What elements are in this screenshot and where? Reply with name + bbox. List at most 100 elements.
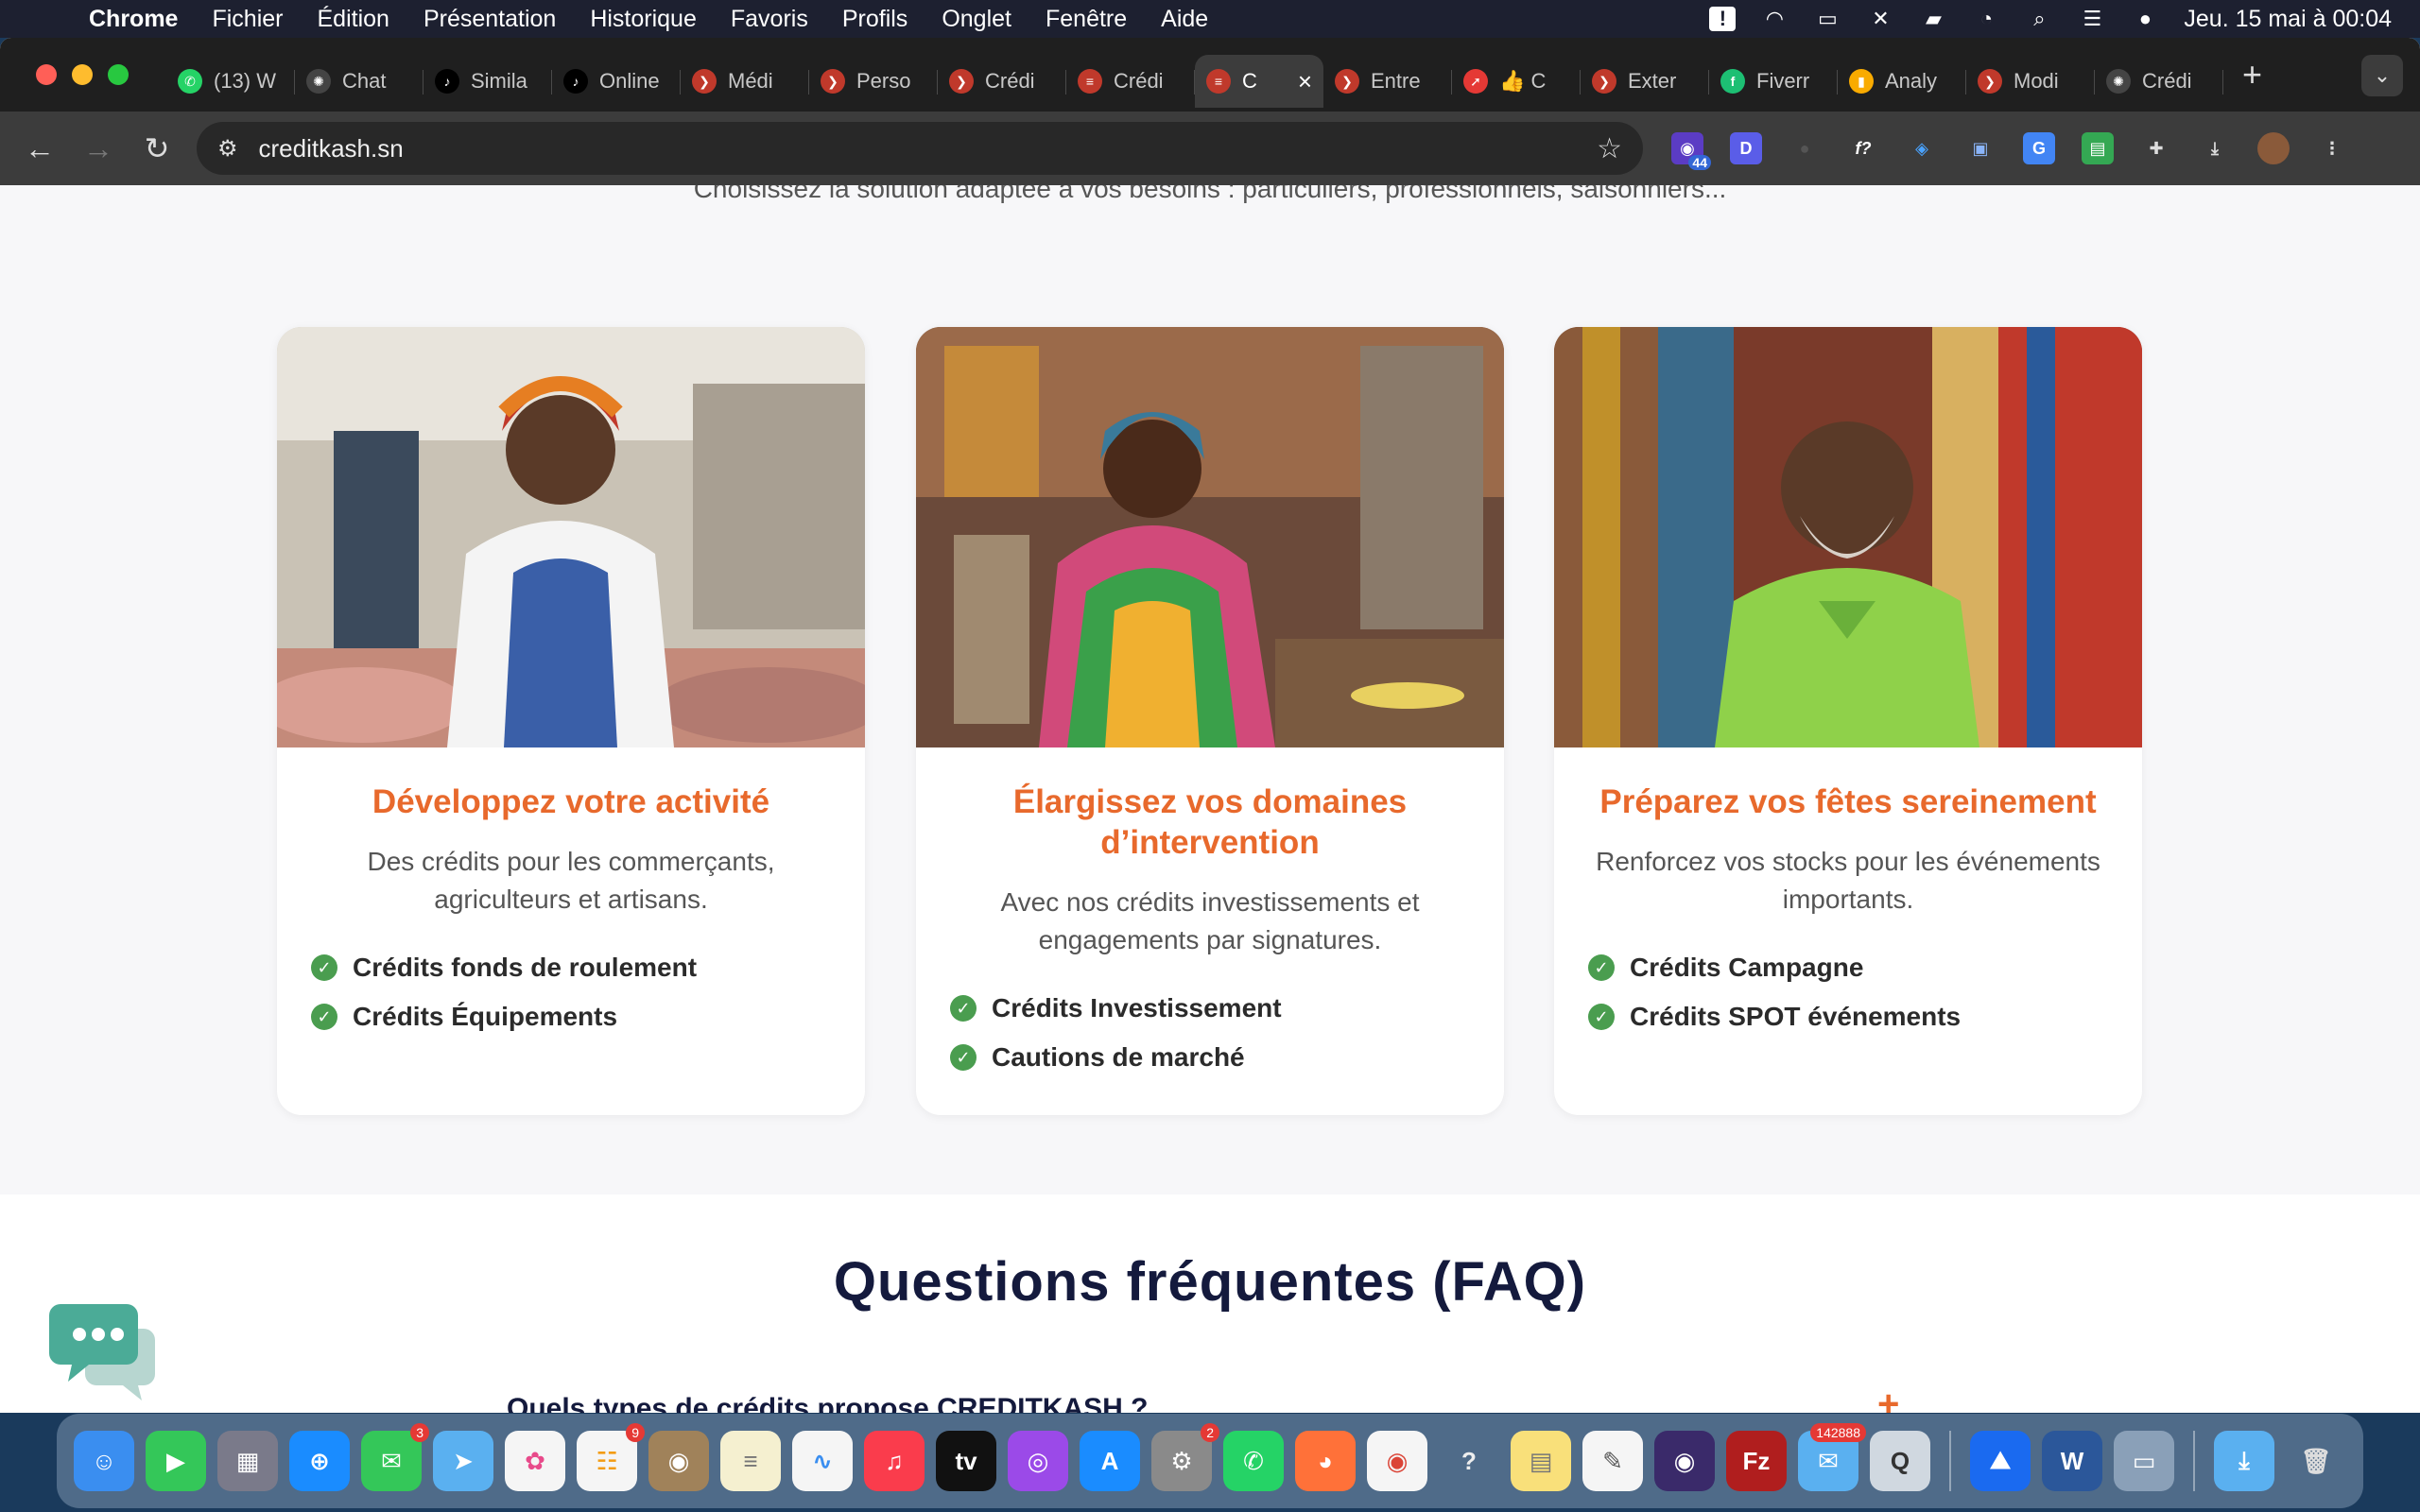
facetime-icon[interactable]: ▶ — [146, 1431, 206, 1491]
control-center-icon[interactable]: ☰ — [2078, 7, 2106, 30]
reminders-icon[interactable]: ☷ 9 — [577, 1423, 645, 1491]
menu-fenetre[interactable]: Fenêtre — [1046, 6, 1127, 33]
extension-dark-icon[interactable]: ● — [1789, 132, 1821, 164]
browser-tab[interactable]: ❯ Modi — [1966, 55, 2095, 108]
system-settings-icon[interactable]: ⚙ 2 — [1151, 1423, 1219, 1491]
google-translate-icon[interactable]: G — [2023, 132, 2055, 164]
extension-green-icon[interactable]: ▤ — [2082, 132, 2114, 164]
browser-tab[interactable]: ❯ Crédi — [938, 55, 1066, 108]
browser-tab[interactable]: f Fiverr — [1709, 55, 1838, 108]
word-icon[interactable]: W — [2042, 1431, 2102, 1491]
apple-tv-icon[interactable]: tv — [936, 1431, 996, 1491]
menu-edition[interactable]: Édition — [317, 6, 389, 33]
vpn-status-icon[interactable]: ◠ — [1760, 7, 1789, 30]
trash-icon[interactable]: 🗑 — [2286, 1431, 2346, 1491]
freeform-icon[interactable]: ∿ — [792, 1431, 853, 1491]
notification-status-icon[interactable]: ! — [1709, 7, 1737, 31]
extension-d-icon[interactable]: D — [1730, 132, 1762, 164]
extension-purple-icon[interactable]: ◉ 44 — [1671, 132, 1711, 170]
browser-tab[interactable]: ▮ Analy — [1838, 55, 1966, 108]
bluetooth-off-icon[interactable]: ✕ — [1866, 7, 1894, 30]
zoom-window-button[interactable] — [108, 64, 129, 85]
quicktime-icon[interactable]: Q — [1870, 1431, 1930, 1491]
maps-icon[interactable]: ➤ — [433, 1431, 493, 1491]
nordvpn-icon[interactable]: ⛰ — [1970, 1431, 2031, 1491]
faq-expand-icon[interactable]: + — [1877, 1383, 1899, 1413]
display-status-icon[interactable]: ▭ — [1813, 7, 1841, 30]
menu-app-name[interactable]: Chrome — [89, 6, 178, 33]
forward-button[interactable]: → — [79, 131, 117, 166]
photos-icon[interactable]: ✿ — [505, 1431, 565, 1491]
close-tab-icon[interactable]: × — [1298, 67, 1312, 96]
filezilla-icon[interactable]: Fz — [1726, 1431, 1787, 1491]
safari-icon[interactable]: ⊕ — [289, 1431, 350, 1491]
browser-tab[interactable]: ≡ Crédi — [1066, 55, 1195, 108]
media-app-icon[interactable]: ◉ — [1654, 1431, 1715, 1491]
contacts-icon[interactable]: ◉ — [648, 1431, 709, 1491]
extensions-puzzle-icon[interactable]: ✚ — [2140, 132, 2172, 164]
menu-profils[interactable]: Profils — [842, 6, 908, 33]
extension-blue-icon[interactable]: ◈ — [1906, 132, 1938, 164]
site-settings-icon[interactable]: ⚙ — [217, 135, 238, 163]
downloads-folder-icon[interactable]: ⤓ — [2214, 1431, 2274, 1491]
tab-label: Simila — [471, 69, 527, 93]
preview-icon[interactable]: ▭ — [2114, 1431, 2174, 1491]
chat-widget-button[interactable] — [47, 1291, 161, 1404]
siri-icon[interactable]: ● — [2131, 7, 2159, 30]
close-window-button[interactable] — [36, 64, 57, 85]
menu-presentation[interactable]: Présentation — [424, 6, 556, 33]
finder-icon[interactable]: ☺ — [74, 1431, 134, 1491]
browser-tab[interactable]: ✺ Chat — [295, 55, 424, 108]
browser-tab[interactable]: ➚ 👍 C — [1452, 55, 1581, 108]
bookmark-star-icon[interactable]: ☆ — [1597, 132, 1622, 165]
extension-docs-icon[interactable]: ▣ — [1964, 132, 1996, 164]
browser-tab[interactable]: ✺ Crédi — [2095, 55, 2223, 108]
launchpad-icon[interactable]: ▦ — [217, 1431, 278, 1491]
whatsapp-icon[interactable]: ✆ — [1223, 1431, 1284, 1491]
minimize-window-button[interactable] — [72, 64, 93, 85]
browser-tab[interactable]: ❯ Exter — [1581, 55, 1709, 108]
download-icon[interactable]: ⤓ — [2199, 132, 2231, 164]
mail-icon[interactable]: ✉ 142888 — [1798, 1423, 1866, 1491]
chrome-menu-icon[interactable]: ⋮ — [2316, 132, 2348, 164]
tab-favicon-icon: ≡ — [1206, 69, 1231, 94]
browser-tab[interactable]: ≡ C × — [1195, 55, 1323, 108]
faq-question[interactable]: Quels types de crédits propose CREDITKAS… — [507, 1393, 1148, 1413]
textedit-icon[interactable]: ✎ — [1582, 1431, 1643, 1491]
extension-font-icon[interactable]: f? — [1847, 132, 1879, 164]
browser-tab[interactable]: ❯ Entre — [1323, 55, 1452, 108]
tab-favicon-icon: ❯ — [949, 69, 974, 94]
browser-tab[interactable]: ❯ Perso — [809, 55, 938, 108]
music-icon[interactable]: ♫ — [864, 1431, 925, 1491]
menu-aide[interactable]: Aide — [1161, 6, 1208, 33]
menu-bar-clock[interactable]: Jeu. 15 mai à 00:04 — [2184, 6, 2392, 33]
profile-avatar[interactable] — [2257, 132, 2290, 164]
battery-icon[interactable]: ▰ — [1919, 7, 1947, 30]
spotlight-search-icon[interactable]: ⌕ — [2025, 7, 2053, 30]
new-tab-button[interactable]: + — [2242, 55, 2262, 94]
photo-fabric-merchant-illustration — [1554, 327, 2142, 747]
back-button[interactable]: ← — [21, 131, 59, 166]
help-icon[interactable]: ? — [1439, 1431, 1499, 1491]
url-text[interactable]: creditkash.sn — [259, 134, 404, 163]
menu-onglet[interactable]: Onglet — [942, 6, 1011, 33]
menu-historique[interactable]: Historique — [590, 6, 697, 33]
browser-tab[interactable]: ✆ (13) W — [166, 55, 295, 108]
reload-button[interactable]: ↻ — [138, 130, 176, 166]
menu-fichier[interactable]: Fichier — [212, 6, 283, 33]
messages-icon[interactable]: ✉ 3 — [361, 1423, 429, 1491]
wifi-icon[interactable]: ◔ — [1972, 7, 2000, 30]
podcasts-icon[interactable]: ◎ — [1008, 1431, 1068, 1491]
app-store-icon[interactable]: A — [1080, 1431, 1140, 1491]
address-bar[interactable]: ⚙ creditkash.sn ☆ — [197, 122, 1643, 175]
browser-tab[interactable]: ❯ Médi — [681, 55, 809, 108]
tab-search-button[interactable]: ⌄ — [2361, 55, 2403, 96]
chrome-icon[interactable]: ◉ — [1367, 1431, 1427, 1491]
notes-icon[interactable]: ≡ — [720, 1431, 781, 1491]
firefox-icon[interactable]: ◕ — [1295, 1431, 1356, 1491]
product-card-activite: Développez votre activité Des crédits po… — [277, 327, 865, 1115]
browser-tab[interactable]: ♪ Simila — [424, 55, 552, 108]
menu-favoris[interactable]: Favoris — [731, 6, 808, 33]
stickies-icon[interactable]: ▤ — [1511, 1431, 1571, 1491]
browser-tab[interactable]: ♪ Online — [552, 55, 681, 108]
